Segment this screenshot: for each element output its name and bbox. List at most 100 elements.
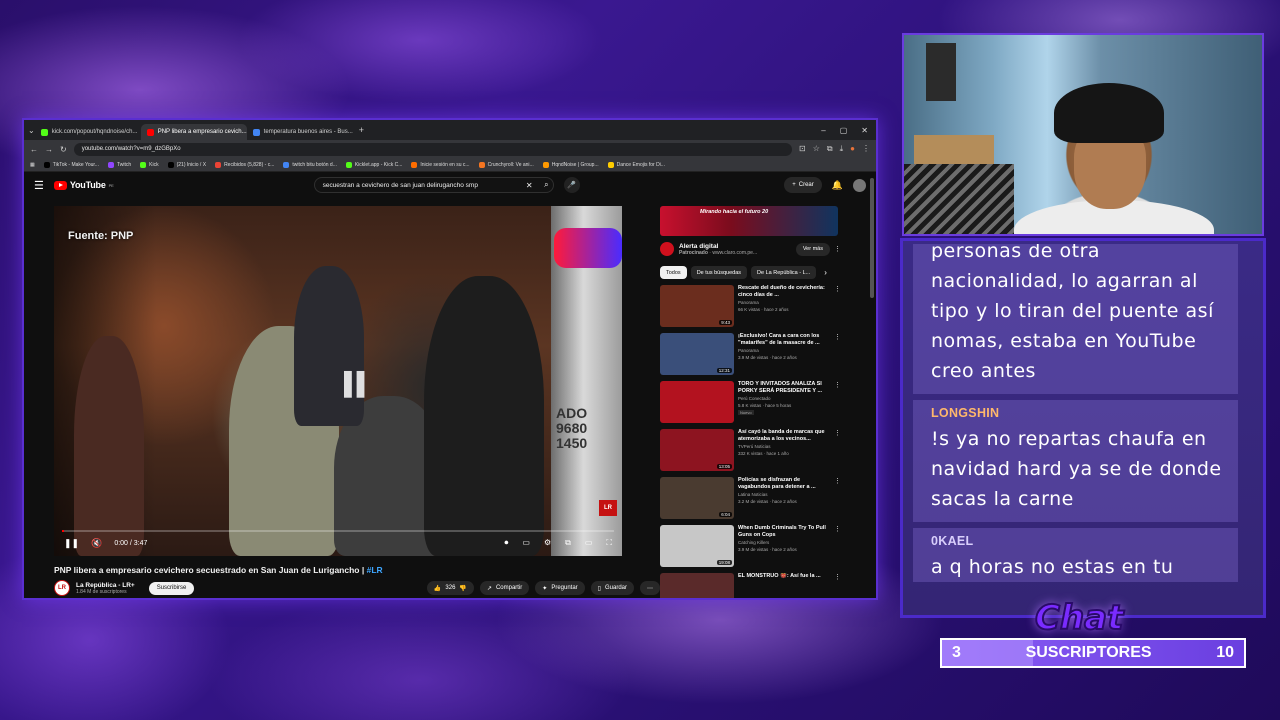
download-icon[interactable]: ⤓ xyxy=(840,144,844,154)
tab-list-icon[interactable]: ⌄ xyxy=(28,126,35,135)
browser-tab[interactable]: temperatura buenos aires - Bus...✕ xyxy=(247,124,353,140)
video-channel[interactable]: Catching Killers xyxy=(738,540,830,546)
recommended-video[interactable]: 6:04 Policías se disfrazan de vagabundos … xyxy=(660,477,841,519)
video-channel[interactable]: Latina Noticias xyxy=(738,492,830,498)
browser-tab[interactable]: PNP libera a empresario cevich...✕ xyxy=(140,124,247,140)
back-icon[interactable]: ← xyxy=(30,145,38,154)
minimize-icon[interactable]: – xyxy=(821,126,825,135)
maximize-icon[interactable]: ▢ xyxy=(840,126,848,135)
settings-gear-icon[interactable]: ⚙ xyxy=(544,538,551,548)
autoplay-toggle-icon[interactable]: ⏺ xyxy=(504,538,508,548)
search-icon[interactable]: ⌕ xyxy=(544,180,548,190)
bookmark-item[interactable]: Kicklet.app - Kick C... xyxy=(345,161,402,168)
bookmark-item[interactable]: (21) Inicio / X xyxy=(167,161,206,168)
like-button[interactable]: 👍 326 👎 xyxy=(426,581,474,595)
bookmark-item[interactable]: Crunchyroll: Ve ani... xyxy=(478,161,534,168)
page-scrollbar[interactable] xyxy=(870,178,874,298)
video-title[interactable]: Rescate del dueño de cevichería: cinco d… xyxy=(738,285,830,299)
theater-mode-icon[interactable]: ▭ xyxy=(585,538,593,548)
video-player[interactable]: ADO 9680 1450 Fuente: PNP ▌▌ LR ❚❚ 🔇 0:00 … xyxy=(54,206,622,556)
video-title[interactable]: ¡Exclusivo! Cara a cara con los "matarif… xyxy=(738,333,830,347)
bookmark-item[interactable]: HqndNoise | Group... xyxy=(542,161,599,168)
cast-icon[interactable]: ⊡ xyxy=(799,144,806,154)
forward-icon[interactable]: → xyxy=(45,145,53,154)
puzzle-icon[interactable]: ⧉ xyxy=(827,144,833,154)
video-thumbnail[interactable]: 9:43 xyxy=(660,285,734,327)
video-thumbnail[interactable]: 13:05 xyxy=(660,429,734,471)
ad-more-button[interactable]: Ver más xyxy=(795,242,830,256)
microphone-icon[interactable]: 🎤 xyxy=(563,177,580,193)
video-options-icon[interactable]: ⋮ xyxy=(834,477,841,519)
fullscreen-icon[interactable]: ⛶ xyxy=(606,538,612,548)
bookmark-item[interactable]: Dance Emojis for Di... xyxy=(607,161,665,168)
close-window-icon[interactable]: ✕ xyxy=(861,126,868,135)
share-button[interactable]: ↗ Compartir xyxy=(479,581,530,595)
miniplayer-icon[interactable]: ⧉ xyxy=(565,538,571,548)
video-channel[interactable]: Panorama xyxy=(738,300,830,306)
apps-grid-icon[interactable]: ▦ xyxy=(30,162,35,168)
video-options-icon[interactable]: ⋮ xyxy=(834,573,841,598)
new-tab-button[interactable]: + xyxy=(353,125,370,135)
channel-avatar[interactable]: LR xyxy=(54,580,70,596)
url-field[interactable]: youtube.com/watch?v=m9_dzGBpXo xyxy=(73,142,793,156)
video-options-icon[interactable]: ⋮ xyxy=(834,429,841,471)
search-input[interactable]: secuestran a cevichero de san juan delir… xyxy=(313,177,554,193)
video-options-icon[interactable]: ⋮ xyxy=(834,525,841,567)
bookmark-item[interactable]: twitch bitu botón d... xyxy=(283,161,337,168)
video-title[interactable]: Policías se disfrazan de vagabundos para… xyxy=(738,477,830,491)
recommended-video[interactable]: 9:43 Rescate del dueño de cevichería: cin… xyxy=(660,285,841,327)
channel-name[interactable]: La República - LR+ xyxy=(76,582,135,589)
video-thumbnail[interactable]: 19:08 xyxy=(660,525,734,567)
filter-chip[interactable]: Todos xyxy=(660,266,687,279)
hamburger-menu-icon[interactable]: ☰ xyxy=(34,179,44,192)
progress-bar[interactable] xyxy=(62,530,614,532)
youtube-logo[interactable]: YouTube PE xyxy=(53,180,114,190)
video-thumbnail[interactable] xyxy=(660,381,734,423)
mute-icon[interactable]: 🔇 xyxy=(91,538,102,549)
video-thumbnail[interactable]: 6:04 xyxy=(660,477,734,519)
browser-tab[interactable]: kick.com/popout/hqndnoise/ch...✕ xyxy=(35,124,141,140)
video-options-icon[interactable]: ⋮ xyxy=(834,381,841,423)
bookmark-item[interactable]: Inicie sesión en su c... xyxy=(411,161,470,168)
account-avatar[interactable] xyxy=(853,178,866,192)
video-channel[interactable]: Panorama xyxy=(738,348,830,354)
ad-title[interactable]: Alerta digital xyxy=(679,243,757,250)
ad-banner[interactable]: Mirando hacia el futuro 20 xyxy=(660,206,838,236)
video-title[interactable]: EL MONSTRUO 👹: Así fue la ... xyxy=(738,573,830,580)
video-channel[interactable]: Perú Conectado xyxy=(738,396,830,402)
recommended-video[interactable]: 19:08 When Dumb Criminals Try To Pull Gun… xyxy=(660,525,841,567)
subscribe-button[interactable]: Suscribirse xyxy=(148,581,195,595)
clear-search-icon[interactable]: ✕ xyxy=(526,181,533,190)
save-button[interactable]: ▯ Guardar xyxy=(590,581,634,595)
chevron-right-icon[interactable]: › xyxy=(824,268,827,277)
video-title[interactable]: TORO Y INVITADOS ANALIZA SI PORKY SERÁ P… xyxy=(738,381,830,395)
ad-options-icon[interactable]: ⋮ xyxy=(834,245,841,253)
subtitles-icon[interactable]: ▭ xyxy=(522,538,530,548)
thumbs-down-icon[interactable]: 👎 xyxy=(459,585,466,592)
notifications-bell-icon[interactable]: 🔔 xyxy=(832,180,843,191)
video-options-icon[interactable]: ⋮ xyxy=(834,285,841,327)
video-options-icon[interactable]: ⋮ xyxy=(834,333,841,375)
video-thumbnail[interactable] xyxy=(660,573,734,598)
filter-chip[interactable]: De La República - L... xyxy=(751,266,817,279)
recommended-video[interactable]: EL MONSTRUO 👹: Así fue la ... ⋮ xyxy=(660,573,841,598)
video-hashtag[interactable]: #LR xyxy=(367,565,383,575)
recommended-video[interactable]: TORO Y INVITADOS ANALIZA SI PORKY SERÁ P… xyxy=(660,381,841,423)
bookmark-item[interactable]: Recibidos (5,828) - c... xyxy=(215,161,274,168)
video-title[interactable]: Así cayó la banda de marcas que atemoriz… xyxy=(738,429,830,443)
pause-icon[interactable]: ❚❚ xyxy=(64,538,79,549)
ask-button[interactable]: ✦ Preguntar xyxy=(535,581,585,595)
bookmark-item[interactable]: Twitch xyxy=(107,161,131,168)
profile-icon[interactable]: ● xyxy=(850,144,855,154)
bookmark-item[interactable]: Kick xyxy=(140,161,159,168)
advertiser-logo[interactable] xyxy=(660,242,674,256)
bookmark-star-icon[interactable]: ☆ xyxy=(813,144,820,154)
video-thumbnail[interactable]: 12:31 xyxy=(660,333,734,375)
center-pause-icon[interactable]: ▌▌ xyxy=(344,371,372,397)
video-title[interactable]: When Dumb Criminals Try To Pull Guns on … xyxy=(738,525,830,539)
create-button[interactable]: + Crear xyxy=(784,177,822,193)
recommended-video[interactable]: 12:31 ¡Exclusivo! Cara a cara con los "ma… xyxy=(660,333,841,375)
video-channel[interactable]: TVPerú Noticias xyxy=(738,444,830,450)
channel-watermark[interactable]: LR xyxy=(599,500,617,516)
reload-icon[interactable]: ↻ xyxy=(60,145,67,154)
